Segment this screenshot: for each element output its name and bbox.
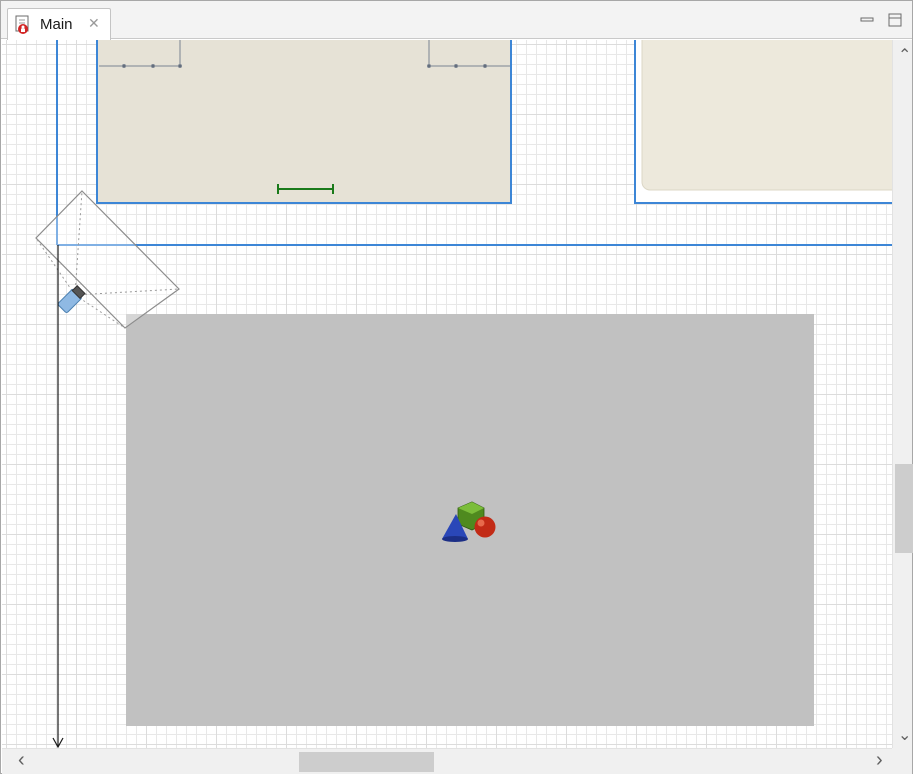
- tab-bar: Main ✕: [1, 1, 912, 40]
- scroll-up-button[interactable]: ⌃: [898, 48, 911, 64]
- vertical-scrollbar[interactable]: ⌃ ⌄: [892, 40, 913, 748]
- scene-layer: [35, 40, 892, 748]
- editor-window: Main ✕ ⌃ ⌄ ‹ ›: [0, 0, 913, 774]
- horizontal-scroll-thumb[interactable]: [299, 752, 434, 772]
- tab-label: Main: [40, 16, 73, 33]
- vertical-scroll-thumb[interactable]: [895, 464, 913, 553]
- agent-model-icon: [15, 15, 29, 34]
- graphical-editor-canvas[interactable]: [2, 40, 892, 748]
- minimize-icon[interactable]: [859, 12, 875, 28]
- horizontal-scrollbar[interactable]: ‹ ›: [2, 748, 892, 774]
- room-left[interactable]: [96, 40, 512, 204]
- room-right-inner: [641, 40, 892, 191]
- tab-main[interactable]: Main ✕: [7, 8, 111, 40]
- axis-arrow[interactable]: [52, 245, 64, 748]
- close-icon[interactable]: ✕: [88, 15, 100, 32]
- scroll-right-button[interactable]: ›: [876, 750, 883, 770]
- scrollbar-corner: [892, 748, 912, 774]
- maximize-icon[interactable]: [887, 12, 903, 28]
- scroll-left-button[interactable]: ‹: [18, 750, 25, 770]
- scroll-down-button[interactable]: ⌄: [898, 728, 911, 744]
